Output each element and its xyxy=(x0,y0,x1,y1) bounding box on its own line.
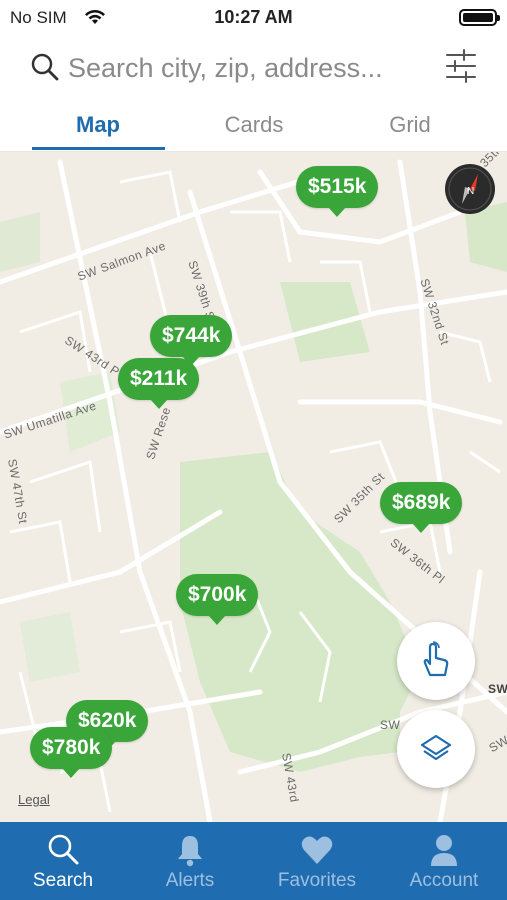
price-pin[interactable]: $780k xyxy=(30,727,113,778)
search-input[interactable] xyxy=(68,50,428,86)
street-label: SW xyxy=(488,682,507,696)
price-pin[interactable]: $515k xyxy=(296,166,385,217)
street-label: SW xyxy=(380,718,401,732)
nav-label: Favorites xyxy=(277,870,357,891)
svg-text:N: N xyxy=(467,186,474,197)
tab-grid[interactable]: Grid xyxy=(340,112,480,138)
nav-label: Search xyxy=(32,870,94,891)
legal-link[interactable]: Legal xyxy=(18,792,50,807)
draw-search-button[interactable] xyxy=(397,622,475,700)
nav-alerts[interactable]: Alerts xyxy=(127,822,253,900)
heart-icon xyxy=(301,836,333,864)
bottom-navigation: Search Alerts Favorites Account xyxy=(0,822,507,900)
nav-search[interactable]: Search xyxy=(0,822,126,900)
map-view[interactable]: SW Salmon Ave SW 39th St SW 43rd P SW Um… xyxy=(0,152,507,822)
search-bar xyxy=(0,40,507,96)
compass-icon[interactable]: N xyxy=(445,164,495,214)
price-pin[interactable]: $689k xyxy=(380,482,463,533)
layers-icon xyxy=(420,734,452,761)
nav-label: Account xyxy=(409,870,479,891)
tab-cards[interactable]: Cards xyxy=(184,112,324,138)
bell-icon xyxy=(178,836,202,867)
hand-pointer-icon xyxy=(423,641,449,677)
view-tabs: Map Cards Grid xyxy=(0,100,507,152)
person-icon xyxy=(431,835,457,866)
price-pin[interactable]: $744k xyxy=(150,315,233,366)
tab-map[interactable]: Map xyxy=(28,112,168,138)
nav-account[interactable]: Account xyxy=(381,822,507,900)
clock: 10:27 AM xyxy=(214,7,293,27)
price-pin[interactable]: $700k xyxy=(176,574,259,625)
status-bar: No SIM 10:27 AM xyxy=(0,0,507,36)
search-icon xyxy=(31,53,59,81)
search-icon xyxy=(48,834,79,865)
price-pin[interactable]: $211k xyxy=(118,358,200,409)
battery-icon xyxy=(459,9,500,26)
map-layers-button[interactable] xyxy=(397,710,475,788)
filter-settings-icon[interactable] xyxy=(445,48,477,84)
nav-label: Alerts xyxy=(165,870,215,891)
nav-favorites[interactable]: Favorites xyxy=(254,822,380,900)
active-tab-indicator xyxy=(32,147,165,150)
